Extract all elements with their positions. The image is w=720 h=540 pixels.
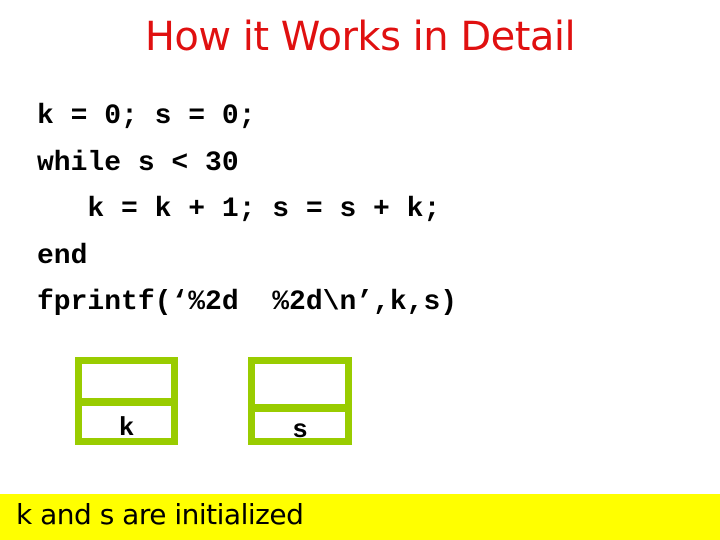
variable-value-k [82, 364, 171, 398]
slide-title: How it Works in Detail [144, 14, 576, 60]
variable-divider [255, 404, 345, 412]
variable-label-k: k [118, 413, 135, 443]
status-text: k and s are initialized [16, 498, 304, 531]
code-line-fprintf: fprintf(‘%2d %2d\n’,k,s) [37, 287, 458, 318]
code-line-while: while s < 30 [37, 148, 239, 179]
code-line-end: end [37, 241, 88, 272]
variable-label-s: s [292, 415, 308, 445]
variable-divider [82, 398, 171, 406]
variable-box-k: k [75, 357, 178, 445]
variable-box-s: s [248, 357, 352, 445]
code-line-body: k = k + 1; s = s + k; [37, 194, 441, 225]
variable-value-s [255, 364, 345, 404]
code-line-init: k = 0; s = 0; [37, 101, 256, 132]
status-banner: k and s are initialized [0, 494, 720, 540]
